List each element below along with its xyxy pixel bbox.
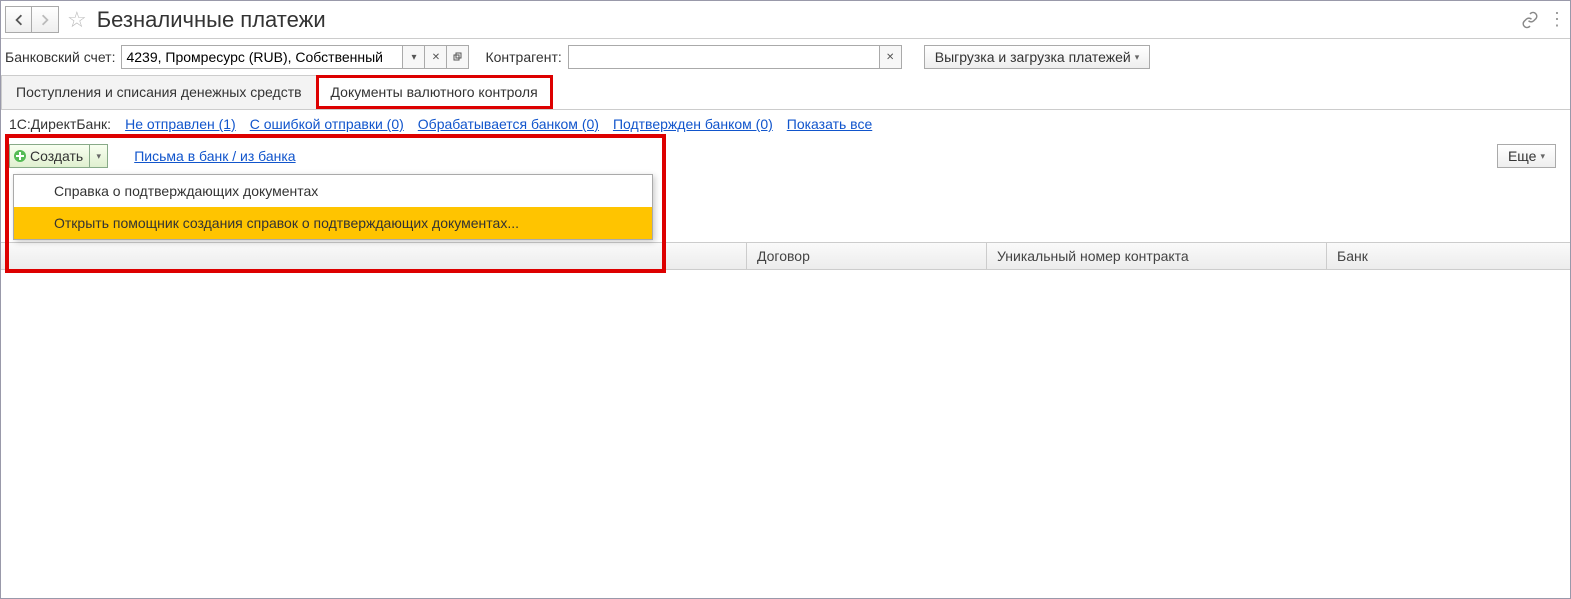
table-header-spacer (1, 243, 661, 269)
nav-back-button[interactable] (5, 6, 32, 33)
page-title: Безналичные платежи (97, 7, 1518, 33)
directbank-label: 1С:ДиректБанк: (9, 116, 111, 132)
create-dropdown-menu: Справка о подтверждающих документах Откр… (13, 174, 653, 240)
counterparty-clear-button[interactable]: ✕ (879, 46, 901, 68)
kebab-menu-icon[interactable]: ⋮ (1548, 9, 1566, 30)
tab-currency-control[interactable]: Документы валютного контроля (316, 75, 553, 109)
bank-account-dropdown-button[interactable]: ▾ (402, 46, 424, 68)
status-show-all-link[interactable]: Показать все (787, 116, 872, 132)
bank-account-label: Банковский счет: (5, 49, 115, 65)
table-container: Договор Уникальный номер контракта Банк (1, 242, 1570, 598)
table-header-row: Договор Уникальный номер контракта Банк (1, 242, 1570, 270)
directbank-status-row: 1С:ДиректБанк: Не отправлен (1) С ошибко… (1, 110, 1570, 138)
counterparty-label: Контрагент: (485, 49, 561, 65)
table-header-unique[interactable]: Уникальный номер контракта (987, 243, 1327, 269)
tabs: Поступления и списания денежных средств … (1, 75, 1570, 110)
main-window: ☆ Безналичные платежи ⋮ Банковский счет:… (0, 0, 1571, 599)
header: ☆ Безналичные платежи ⋮ (1, 1, 1570, 39)
favorite-star-icon[interactable]: ☆ (67, 7, 87, 33)
status-send-error-link[interactable]: С ошибкой отправки (0) (250, 116, 404, 132)
bank-account-combo: ▾ ✕ (121, 45, 469, 69)
bank-account-input[interactable] (122, 46, 402, 68)
toolbar-zone: Создать ▾ Письма в банк / из банка Еще ▾… (1, 138, 1570, 174)
toolbar: Создать ▾ Письма в банк / из банка Еще ▾ (1, 138, 1570, 174)
menu-item-certificate[interactable]: Справка о подтверждающих документах (14, 175, 652, 207)
table-header-blank[interactable] (661, 243, 747, 269)
upload-download-label: Выгрузка и загрузка платежей (935, 49, 1131, 65)
create-button-label: Создать (30, 148, 89, 164)
counterparty-combo: ✕ (568, 45, 902, 69)
bank-account-clear-button[interactable]: ✕ (424, 46, 446, 68)
more-button-label: Еще (1508, 148, 1537, 164)
plus-icon (10, 149, 30, 163)
status-confirmed-link[interactable]: Подтвержден банком (0) (613, 116, 773, 132)
chevron-down-icon: ▾ (1540, 151, 1545, 162)
create-button[interactable]: Создать ▾ (9, 144, 108, 168)
bank-account-open-button[interactable] (446, 46, 468, 68)
counterparty-input[interactable] (569, 46, 879, 68)
nav-forward-button[interactable] (32, 6, 59, 33)
filter-bar: Банковский счет: ▾ ✕ Контрагент: ✕ Выгру… (1, 39, 1570, 75)
table-header-contract[interactable]: Договор (747, 243, 987, 269)
status-not-sent-link[interactable]: Не отправлен (1) (125, 116, 236, 132)
more-button[interactable]: Еще ▾ (1497, 144, 1556, 168)
upload-download-button[interactable]: Выгрузка и загрузка платежей ▾ (924, 45, 1150, 69)
tab-cash-flow[interactable]: Поступления и списания денежных средств (1, 75, 317, 109)
chevron-down-icon: ▾ (89, 145, 107, 167)
menu-item-open-wizard[interactable]: Открыть помощник создания справок о подт… (14, 207, 652, 239)
table-header-bank[interactable]: Банк (1327, 243, 1570, 269)
chevron-down-icon: ▾ (1135, 52, 1140, 63)
letters-link[interactable]: Письма в банк / из банка (134, 148, 295, 164)
status-processing-link[interactable]: Обрабатывается банком (0) (418, 116, 599, 132)
link-icon[interactable] (1518, 8, 1542, 32)
